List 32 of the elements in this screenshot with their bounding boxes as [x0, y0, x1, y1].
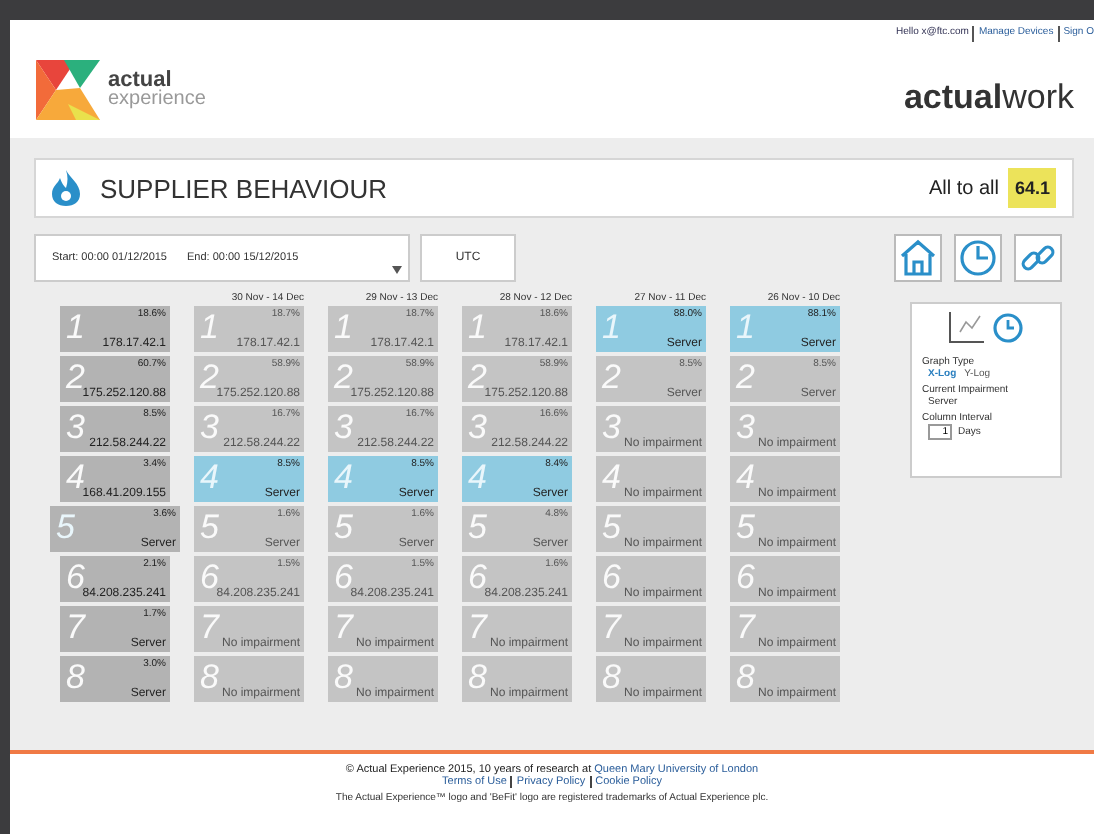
clock-icon	[956, 236, 1000, 280]
rank-number: 2	[66, 358, 85, 396]
rank-number: 6	[200, 558, 219, 596]
rank-number: 4	[66, 458, 85, 496]
flame-icon	[52, 170, 80, 206]
rank-number: 4	[200, 458, 219, 498]
clock-button[interactable]	[954, 234, 1002, 282]
rank-number: 6	[66, 558, 85, 596]
scope-label: All to all	[928, 177, 999, 199]
chart-icon	[948, 312, 984, 344]
logo-icon	[36, 60, 100, 120]
rank-number: 1	[602, 308, 621, 348]
rank-number: 1	[736, 308, 755, 348]
link-button[interactable]	[1014, 234, 1062, 282]
logo-text: actual	[108, 70, 172, 90]
rank-number: 4	[334, 458, 353, 498]
home-icon	[896, 236, 940, 280]
rank-number: 4	[468, 458, 487, 498]
product-logo: actualwork	[903, 78, 1074, 118]
rank-number: 7	[66, 608, 85, 648]
rank-number: 5	[56, 508, 75, 548]
rank-number: 6	[334, 558, 353, 596]
rank-number: 3	[66, 408, 85, 448]
logo-subtext: experience	[108, 90, 206, 110]
home-button[interactable]	[894, 234, 942, 282]
page-title: SUPPLIER BEHAVIOUR	[100, 173, 390, 203]
clock-icon	[992, 312, 1024, 344]
score-badge: 64.1	[1008, 168, 1056, 208]
rank-number: 6	[468, 558, 487, 596]
rank-number: 8	[66, 658, 85, 698]
rank-number: 1	[66, 308, 85, 348]
dropdown-icon	[392, 266, 402, 274]
